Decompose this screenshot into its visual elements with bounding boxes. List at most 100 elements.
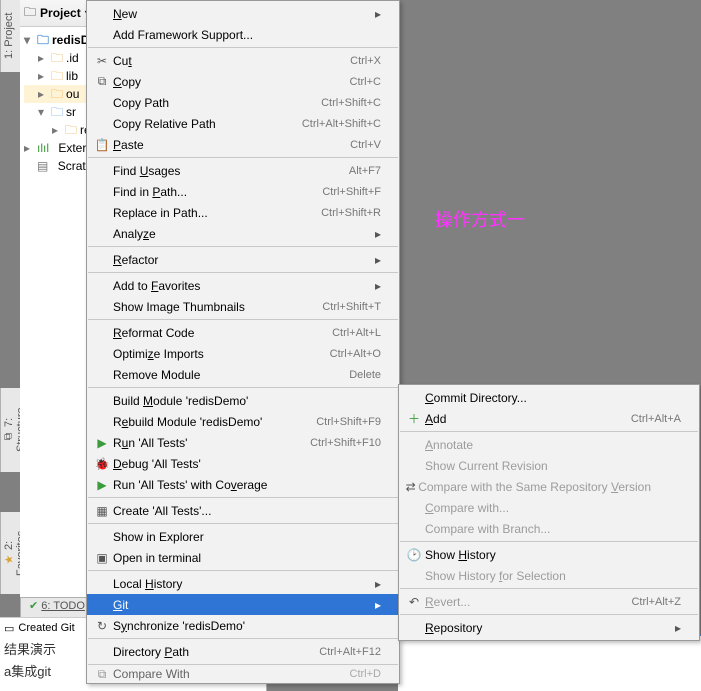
context-menu-git[interactable]: Commit Directory...＋AddCtrl+Alt+AAnnotat… — [398, 384, 700, 641]
shortcut: Ctrl+Alt+Shift+C — [302, 118, 381, 130]
shortcut: Ctrl+Alt+A — [631, 413, 681, 425]
sidebar-tab-favorites[interactable]: ★2: Favorites — [0, 512, 20, 594]
↻-icon: ↻ — [91, 619, 113, 633]
menu-item[interactable]: Find UsagesAlt+F7 — [87, 160, 399, 181]
menu-label: Build Module 'redisDemo' — [113, 394, 381, 408]
menu-label: Compare With — [113, 667, 350, 681]
todo-underline: 6: TODO — [41, 600, 85, 612]
menu-item[interactable]: Add Framework Support... — [87, 24, 399, 45]
menu-item[interactable]: Reformat CodeCtrl+Alt+L — [87, 322, 399, 343]
shortcut: Delete — [349, 369, 381, 381]
shortcut: Ctrl+Shift+F — [322, 186, 381, 198]
menu-label: Cut — [113, 54, 350, 68]
menu-item[interactable]: Refactor▸ — [87, 249, 399, 270]
menu-label: Git — [113, 598, 375, 612]
menu-item[interactable]: Git▸ — [87, 594, 399, 615]
menu-item[interactable]: ▦Create 'All Tests'... — [87, 500, 399, 521]
shortcut: Ctrl+Alt+L — [332, 327, 381, 339]
shortcut: Ctrl+Shift+R — [321, 207, 381, 219]
menu-item[interactable]: Build Module 'redisDemo' — [87, 390, 399, 411]
menu-item[interactable]: 🕑Show History — [399, 544, 699, 565]
📋-icon: 📋 — [91, 138, 113, 152]
menu-label: Find Usages — [113, 164, 349, 178]
menu-item[interactable]: Copy PathCtrl+Shift+C — [87, 92, 399, 113]
menu-label: Show Current Revision — [425, 459, 681, 473]
shortcut: Ctrl+Alt+Z — [631, 596, 681, 608]
✂-icon: ✂ — [91, 54, 113, 68]
annotation-text: 操作方式一 — [435, 206, 525, 232]
🐞-icon: 🐞 — [91, 457, 113, 471]
menu-label: Repository — [425, 621, 675, 635]
menu-label: Compare with Branch... — [425, 522, 681, 536]
menu-item[interactable]: ↻Synchronize 'redisDemo' — [87, 615, 399, 636]
menu-item[interactable]: Add to Favorites▸ — [87, 275, 399, 296]
menu-item[interactable]: Show Image ThumbnailsCtrl+Shift+T — [87, 296, 399, 317]
shortcut: Ctrl+D — [350, 668, 381, 680]
shortcut: Ctrl+X — [350, 55, 381, 67]
submenu-arrow-icon: ▸ — [675, 621, 681, 635]
menu-item[interactable]: ▶Run 'All Tests'Ctrl+Shift+F10 — [87, 432, 399, 453]
＋-icon: ＋ — [403, 410, 425, 427]
menu-item[interactable]: ✂CutCtrl+X — [87, 50, 399, 71]
shortcut: Ctrl+Alt+O — [330, 348, 381, 360]
menu-label: Remove Module — [113, 368, 349, 382]
▶-icon: ▶ — [91, 478, 113, 492]
menu-item[interactable]: ＋AddCtrl+Alt+A — [399, 408, 699, 429]
menu-item[interactable]: 🐞Debug 'All Tests' — [87, 453, 399, 474]
menu-item[interactable]: ⧉CopyCtrl+C — [87, 71, 399, 92]
submenu-arrow-icon: ▸ — [375, 279, 381, 293]
shortcut: Ctrl+C — [350, 76, 381, 88]
menu-label: Show History for Selection — [425, 569, 681, 583]
⇄-icon: ⇄ — [403, 480, 418, 494]
menu-item[interactable]: Optimize ImportsCtrl+Alt+O — [87, 343, 399, 364]
shortcut: Ctrl+Shift+F10 — [310, 437, 381, 449]
⧉-icon: ⧉ — [91, 74, 113, 89]
menu-label: Replace in Path... — [113, 206, 321, 220]
menu-item[interactable]: Repository▸ — [399, 617, 699, 638]
menu-item[interactable]: Copy Relative PathCtrl+Alt+Shift+C — [87, 113, 399, 134]
shortcut: Ctrl+Shift+T — [322, 301, 381, 313]
project-icon: 🗀 — [24, 3, 36, 24]
menu-label: Compare with the Same Repository Version — [418, 480, 681, 494]
menu-item[interactable]: New▸ — [87, 3, 399, 24]
menu-item[interactable]: Analyze▸ — [87, 223, 399, 244]
menu-label: Run 'All Tests' — [113, 436, 310, 450]
menu-item[interactable]: Directory PathCtrl+Alt+F12 — [87, 641, 399, 662]
menu-label: Show Image Thumbnails — [113, 300, 322, 314]
project-title: Project — [40, 6, 81, 20]
menu-label: Show in Explorer — [113, 530, 381, 544]
menu-item[interactable]: ⧉Compare WithCtrl+D — [87, 667, 399, 681]
menu-label: Add — [425, 412, 631, 426]
▣-icon: ▣ — [91, 551, 113, 565]
submenu-arrow-icon: ▸ — [375, 577, 381, 591]
🕑-icon: 🕑 — [403, 548, 425, 562]
menu-label: Rebuild Module 'redisDemo' — [113, 415, 316, 429]
context-menu-main[interactable]: New▸Add Framework Support...✂CutCtrl+X⧉C… — [86, 0, 400, 684]
menu-label: Refactor — [113, 253, 375, 267]
todo-tab[interactable]: ✔ 6: TODO — [20, 597, 94, 618]
shortcut: Ctrl+Alt+F12 — [319, 646, 381, 658]
⧉-icon: ⧉ — [91, 667, 113, 681]
menu-item: Annotate — [399, 434, 699, 455]
menu-item: Compare with Branch... — [399, 518, 699, 539]
menu-item[interactable]: 📋PasteCtrl+V — [87, 134, 399, 155]
menu-label: Directory Path — [113, 645, 319, 659]
menu-label: Annotate — [425, 438, 681, 452]
shortcut: Alt+F7 — [349, 165, 381, 177]
sidebar-tab-project[interactable]: 1: Project — [0, 0, 20, 72]
menu-item[interactable]: Find in Path...Ctrl+Shift+F — [87, 181, 399, 202]
sidebar-tab-structure[interactable]: ⧉7: Structure — [0, 388, 20, 472]
menu-label: Copy Relative Path — [113, 117, 302, 131]
menu-item[interactable]: Commit Directory... — [399, 387, 699, 408]
menu-item[interactable]: ▣Open in terminal — [87, 547, 399, 568]
submenu-arrow-icon: ▸ — [375, 598, 381, 612]
menu-item[interactable]: Remove ModuleDelete — [87, 364, 399, 385]
menu-item[interactable]: Rebuild Module 'redisDemo'Ctrl+Shift+F9 — [87, 411, 399, 432]
menu-item[interactable]: ▶Run 'All Tests' with Coverage — [87, 474, 399, 495]
menu-label: Open in terminal — [113, 551, 381, 565]
menu-label: Copy — [113, 75, 350, 89]
menu-item[interactable]: Show in Explorer — [87, 526, 399, 547]
menu-item[interactable]: Local History▸ — [87, 573, 399, 594]
menu-label: Add Framework Support... — [113, 28, 381, 42]
menu-item[interactable]: Replace in Path...Ctrl+Shift+R — [87, 202, 399, 223]
